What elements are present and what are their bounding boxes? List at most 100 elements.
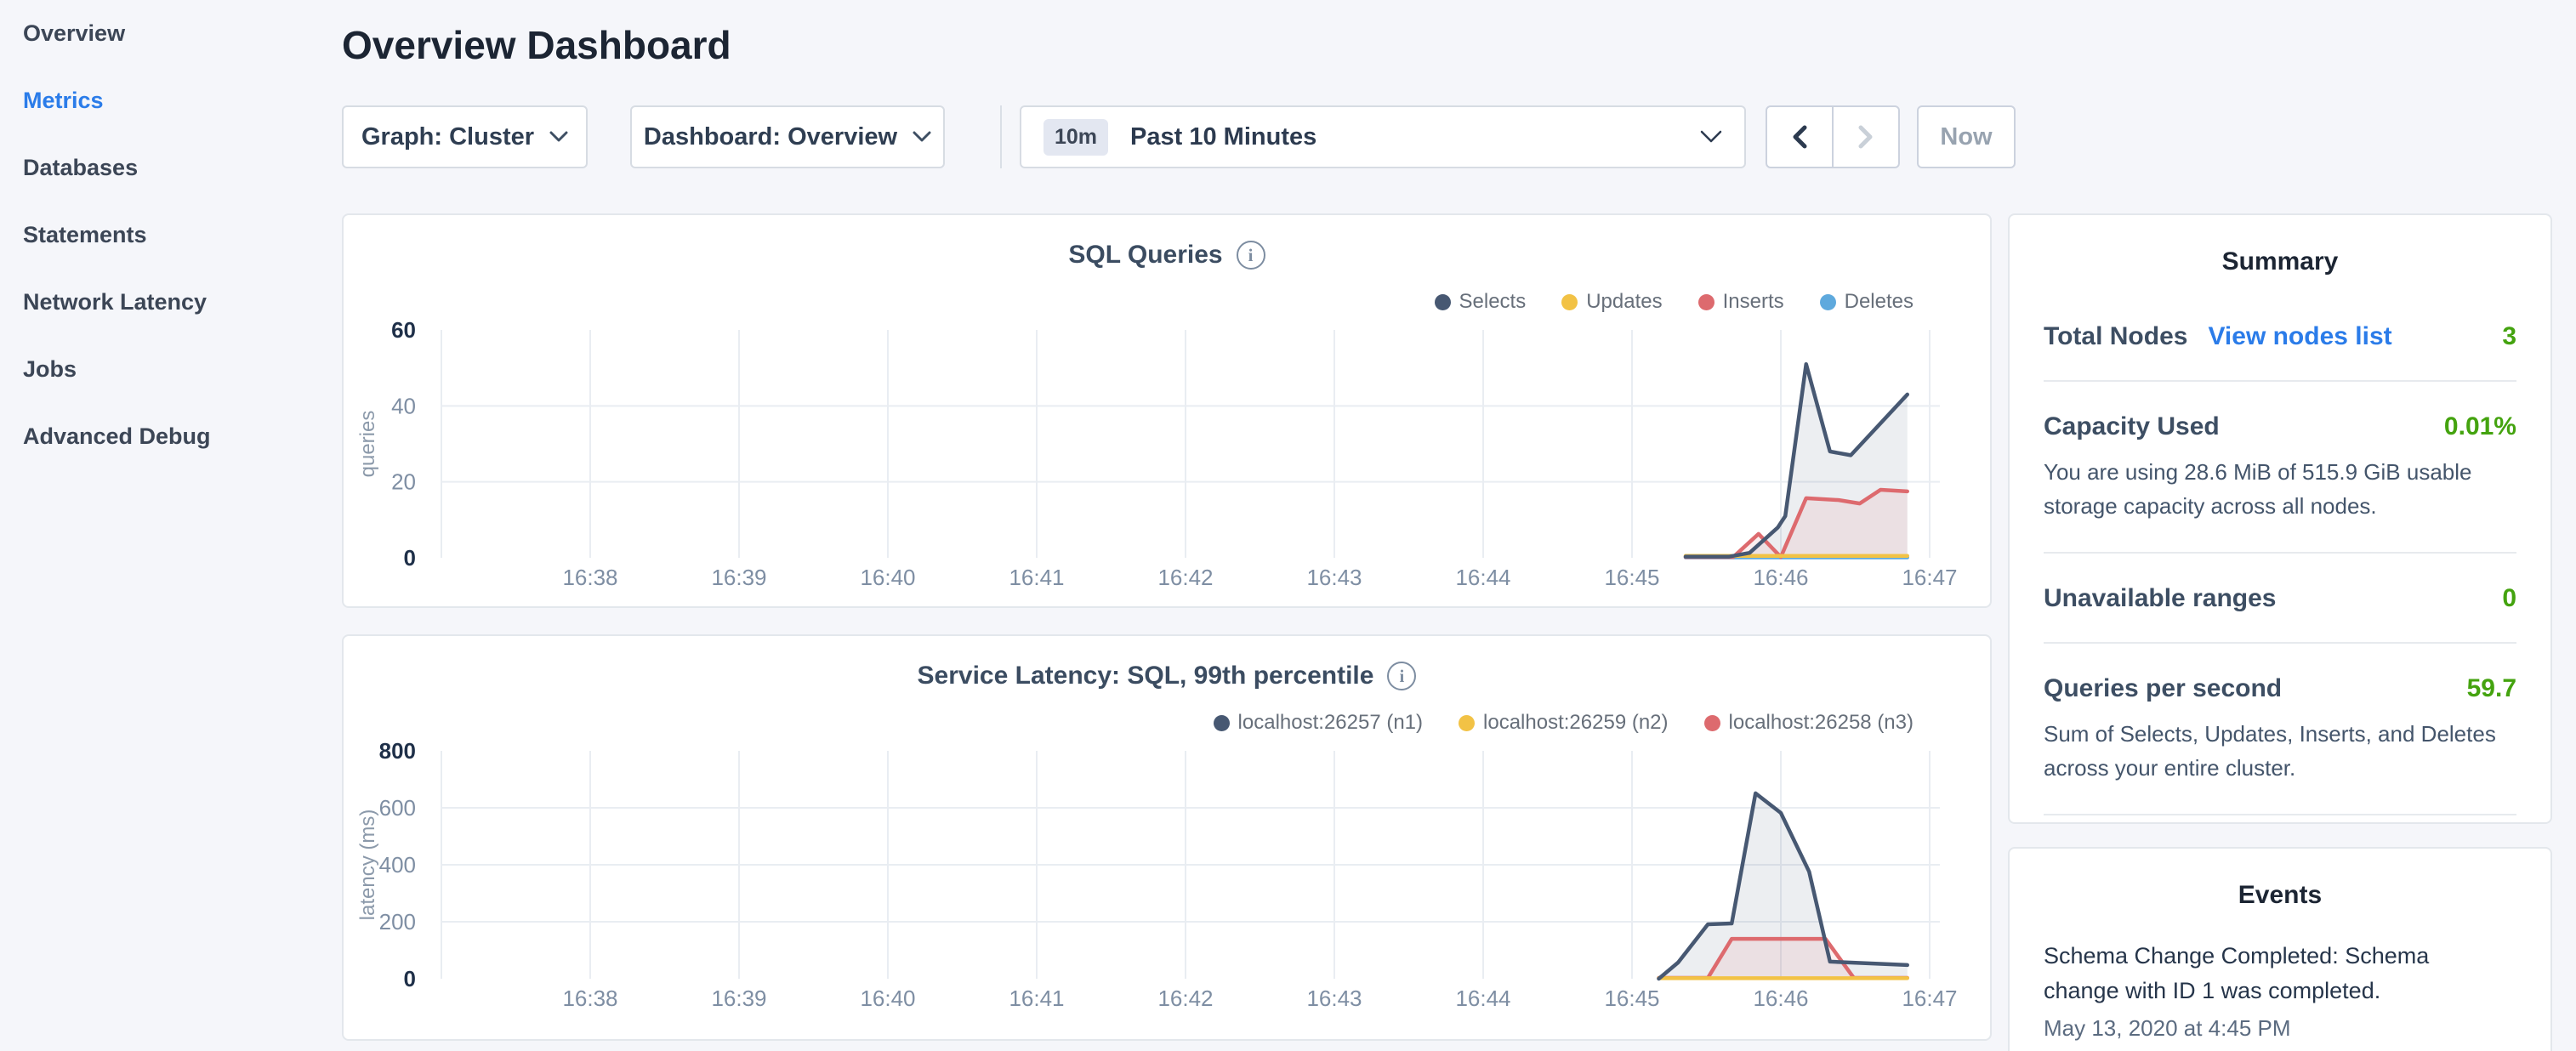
sidebar-item-metrics[interactable]: Metrics: [0, 67, 342, 134]
svg-text:16:44: 16:44: [1455, 986, 1510, 1011]
controls-divider: [1000, 105, 1002, 168]
summary-row-capacity-used: Capacity Used 0.01%: [2044, 412, 2516, 441]
time-forward-button[interactable]: [1832, 107, 1898, 167]
info-icon[interactable]: i: [1237, 241, 1265, 270]
graph-dropdown-label: Graph: Cluster: [361, 123, 534, 151]
summary-divider: [2044, 552, 2516, 554]
legend-item: Inserts: [1698, 290, 1784, 314]
dashboard-dropdown[interactable]: Dashboard: Overview: [630, 105, 945, 168]
summary-label: Capacity Used: [2044, 412, 2220, 441]
info-icon[interactable]: i: [1387, 662, 1416, 690]
sql-queries-card: SQL Queries i Selects Updates: [342, 213, 1992, 608]
sidebar-item-jobs[interactable]: Jobs: [0, 336, 342, 403]
summary-value: 0.01%: [2444, 412, 2516, 441]
svg-text:queries: queries: [356, 411, 379, 478]
svg-text:600: 600: [379, 795, 416, 821]
svg-text:800: 800: [379, 742, 416, 764]
chevron-down-icon: [1700, 130, 1722, 144]
svg-text:20: 20: [391, 469, 416, 495]
svg-text:16:40: 16:40: [860, 565, 915, 590]
legend-label: localhost:26258 (n3): [1729, 711, 1914, 735]
legend-dot: [1214, 715, 1230, 731]
svg-text:16:46: 16:46: [1753, 986, 1808, 1011]
svg-text:16:47: 16:47: [1902, 565, 1957, 590]
sidebar-item-databases[interactable]: Databases: [0, 134, 342, 202]
legend-item: Selects: [1435, 290, 1527, 314]
summary-row-total-nodes: Total Nodes View nodes list 3: [2044, 322, 2516, 351]
service-latency-card: Service Latency: SQL, 99th percentile i …: [342, 634, 1992, 1041]
svg-text:40: 40: [391, 393, 416, 418]
svg-text:16:38: 16:38: [562, 986, 617, 1011]
svg-text:16:45: 16:45: [1604, 986, 1659, 1011]
time-range-picker[interactable]: 10m Past 10 Minutes: [1020, 105, 1746, 168]
legend-label: Updates: [1586, 290, 1662, 314]
sidebar-item-network-latency[interactable]: Network Latency: [0, 269, 342, 336]
dashboard-dropdown-label: Dashboard: Overview: [644, 123, 897, 151]
summary-divider: [2044, 380, 2516, 382]
legend-label: Selects: [1459, 290, 1527, 314]
summary-title: Summary: [2044, 215, 2516, 276]
legend-item: Updates: [1561, 290, 1662, 314]
chevron-right-icon: [1858, 125, 1874, 149]
chart-legend: Selects Updates Inserts Deletes: [1435, 290, 1914, 314]
svg-text:16:39: 16:39: [711, 565, 766, 590]
sidebar-item-statements[interactable]: Statements: [0, 202, 342, 269]
svg-text:200: 200: [379, 909, 416, 935]
charts-column: SQL Queries i Selects Updates: [342, 213, 1992, 1051]
sidebar: Overview Metrics Databases Statements Ne…: [0, 0, 342, 1051]
service-latency-chart[interactable]: 020040060080016:3816:3916:4016:4116:4216…: [344, 742, 1990, 1025]
time-window-badge: 10m: [1043, 119, 1108, 156]
chart-title: SQL Queries: [1068, 241, 1222, 270]
summary-label: Total Nodes: [2044, 322, 2187, 351]
chevron-down-icon: [913, 131, 931, 143]
legend-item: localhost:26259 (n2): [1459, 711, 1668, 735]
svg-text:16:41: 16:41: [1009, 565, 1064, 590]
app-root: Overview Metrics Databases Statements Ne…: [0, 0, 2576, 1051]
controls-bar: Graph: Cluster Dashboard: Overview 10m P…: [342, 105, 2576, 168]
legend-dot: [1561, 294, 1578, 310]
summary-subtext: You are using 28.6 MiB of 515.9 GiB usab…: [2044, 455, 2516, 523]
svg-text:0: 0: [404, 966, 416, 991]
legend-label: localhost:26259 (n2): [1483, 711, 1668, 735]
event-timestamp: May 13, 2020 at 4:45 PM: [2044, 1015, 2516, 1042]
time-window-label: Past 10 Minutes: [1130, 123, 1316, 151]
sidebar-item-overview[interactable]: Overview: [0, 0, 342, 67]
summary-value: 3: [2502, 322, 2516, 351]
summary-value: 0: [2502, 584, 2516, 613]
legend-item: Deletes: [1820, 290, 1914, 314]
legend-label: Inserts: [1723, 290, 1784, 314]
sql-queries-chart[interactable]: 020406016:3816:3916:4016:4116:4216:4316:…: [344, 321, 1990, 604]
legend-item: localhost:26258 (n3): [1704, 711, 1914, 735]
page-title: Overview Dashboard: [342, 22, 2576, 68]
legend-label: localhost:26257 (n1): [1238, 711, 1423, 735]
legend-dot: [1435, 294, 1451, 310]
legend-item: localhost:26257 (n1): [1214, 711, 1423, 735]
svg-text:16:38: 16:38: [562, 565, 617, 590]
summary-value: 59.7: [2467, 674, 2516, 703]
chevron-down-icon: [549, 131, 568, 143]
svg-text:16:44: 16:44: [1455, 565, 1510, 590]
view-nodes-list-link[interactable]: View nodes list: [2208, 322, 2391, 351]
svg-text:16:39: 16:39: [711, 986, 766, 1011]
chart-legend: localhost:26257 (n1) localhost:26259 (n2…: [1214, 711, 1914, 735]
dashboard-content: SQL Queries i Selects Updates: [342, 213, 2576, 1051]
event-message: Schema Change Completed: Schema change w…: [2044, 939, 2470, 1008]
legend-dot: [1820, 294, 1836, 310]
summary-row-queries-per-second: Queries per second 59.7: [2044, 674, 2516, 703]
sidebar-item-advanced-debug[interactable]: Advanced Debug: [0, 403, 342, 470]
svg-text:60: 60: [391, 321, 416, 343]
now-button[interactable]: Now: [1917, 105, 2016, 168]
events-card: Events Schema Change Completed: Schema c…: [2008, 847, 2552, 1051]
events-title: Events: [2010, 849, 2550, 910]
time-pager: [1766, 105, 1900, 168]
svg-text:16:45: 16:45: [1604, 565, 1659, 590]
summary-divider: [2044, 814, 2516, 815]
chevron-left-icon: [1792, 125, 1807, 149]
legend-dot: [1698, 294, 1714, 310]
graph-dropdown[interactable]: Graph: Cluster: [342, 105, 588, 168]
legend-label: Deletes: [1845, 290, 1914, 314]
chart-title: Service Latency: SQL, 99th percentile: [918, 662, 1374, 690]
summary-card: Summary Total Nodes View nodes list 3 Ca…: [2008, 213, 2552, 824]
time-back-button[interactable]: [1767, 107, 1832, 167]
side-column: Summary Total Nodes View nodes list 3 Ca…: [2008, 213, 2552, 1051]
